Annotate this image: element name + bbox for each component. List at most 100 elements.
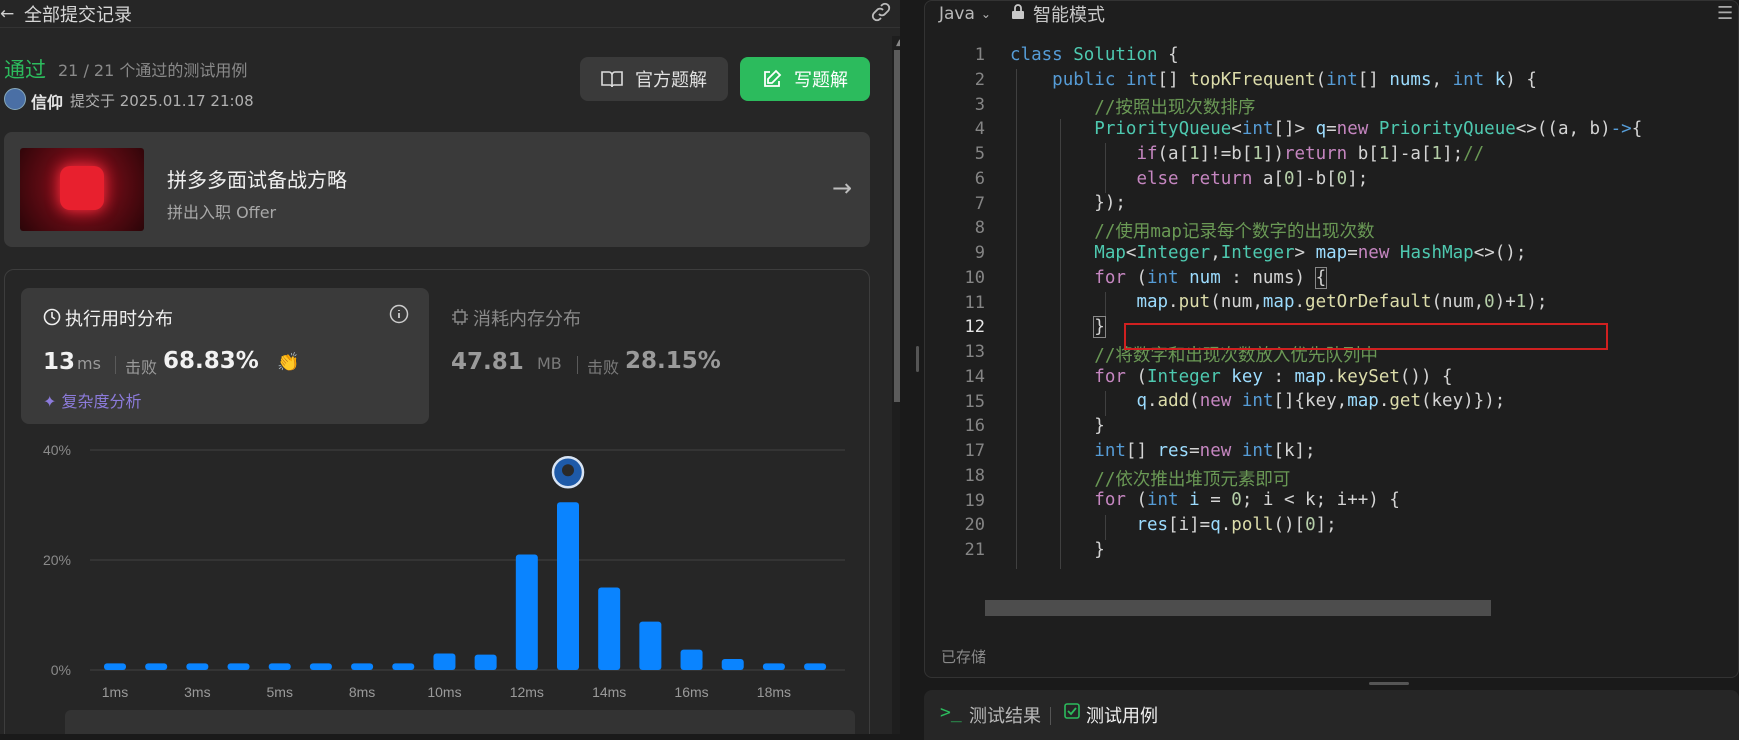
line-number: 1	[974, 45, 985, 65]
line-number: 15	[964, 391, 985, 412]
clap-icon: 👏	[277, 352, 300, 373]
code-line-12[interactable]: }	[1010, 316, 1106, 338]
submission-panel: ← 全部提交记录 通过 21 / 21 个通过的测试用例 信仰 提交于 2025…	[0, 0, 900, 734]
code-line-1[interactable]: class Solution {	[1010, 45, 1179, 65]
runtime-card[interactable]: 执行用时分布 13 ms 击败 68.83% 👏 ✦ 复杂度分析	[21, 288, 429, 424]
lock-icon	[1011, 3, 1025, 25]
memory-percent: 28.15%	[625, 348, 721, 374]
code-line-5[interactable]: if(a[1]!=b[1])return b[1]-a[1];//	[1010, 144, 1484, 164]
code-line-9[interactable]: Map<Integer,Integer> map=new HashMap<>()…	[1010, 243, 1526, 263]
line-number: 5	[974, 144, 985, 164]
submissions-header: ← 全部提交记录	[0, 0, 900, 28]
code-line-8[interactable]: //使用map记录每个数字的出现次数	[1010, 218, 1374, 243]
x-tick-label: 14ms	[592, 684, 626, 700]
scroll-up-icon[interactable]: ▲	[896, 38, 900, 48]
promo-image	[20, 148, 144, 231]
author-name[interactable]: 信仰	[31, 89, 63, 113]
official-solution-button[interactable]: 官方题解	[580, 57, 728, 101]
chart-range-slider[interactable]	[65, 710, 855, 734]
tab-test-cases[interactable]: 测试用例	[1086, 702, 1158, 728]
scrollbar-thumb[interactable]	[894, 50, 900, 402]
line-number: 19	[964, 490, 985, 511]
code-line-15[interactable]: q.add(new int[]{key,map.get(key)});	[1010, 391, 1505, 411]
code-line-18[interactable]: //依次推出堆顶元素即可	[1010, 466, 1290, 491]
smart-mode-label[interactable]: 智能模式	[1033, 1, 1105, 27]
bar-16ms	[721, 659, 744, 670]
vertical-resize-handle[interactable]	[1369, 682, 1409, 685]
code-line-20[interactable]: res[i]=q.poll()[0];	[1010, 515, 1336, 535]
editor-toolbar: Java ⌄ 智能模式 ☰	[925, 1, 1739, 27]
bar-17ms	[762, 663, 785, 670]
editor-horizontal-scrollbar[interactable]	[985, 600, 1491, 616]
bottom-tabs-panel: >_ 测试结果 测试用例	[924, 690, 1739, 740]
info-icon[interactable]	[389, 304, 409, 328]
memory-unit: MB	[537, 354, 562, 373]
line-number: 18	[964, 465, 985, 486]
bar-5ms	[268, 663, 291, 670]
bar-18ms	[804, 663, 827, 670]
code-line-3[interactable]: //按照出现次数排序	[1010, 94, 1255, 119]
x-tick-label: 3ms	[184, 684, 210, 700]
code-line-7[interactable]: });	[1010, 193, 1126, 213]
memory-card[interactable]: 消耗内存分布 47.81 MB 击败 28.15%	[429, 288, 849, 424]
code-line-21[interactable]: }	[1010, 540, 1105, 560]
code-line-2[interactable]: public int[] topKFrequent(int[] nums, in…	[1010, 70, 1537, 90]
terminal-icon: >_	[940, 702, 962, 723]
bar-15ms	[680, 649, 703, 670]
code-line-17[interactable]: int[] res=new int[k];	[1010, 441, 1315, 461]
line-number: 16	[964, 416, 985, 437]
runtime-unit: ms	[77, 354, 101, 373]
line-number: 2	[974, 69, 985, 90]
arrow-right-icon: →	[832, 174, 853, 202]
bar-9ms	[433, 653, 456, 670]
bar-3ms	[186, 663, 209, 670]
memory-beat-label: 击败	[587, 358, 620, 377]
checkbox-icon	[1064, 703, 1080, 724]
x-tick-label: 18ms	[757, 684, 791, 700]
tab-test-results[interactable]: 测试结果	[969, 702, 1041, 728]
back-arrow-icon[interactable]: ←	[0, 4, 14, 24]
runtime-value: 13	[43, 349, 76, 375]
menu-icon[interactable]: ☰	[1717, 3, 1733, 24]
y-tick-label: 20%	[43, 552, 71, 568]
link-icon[interactable]	[870, 2, 892, 26]
status-accepted: 通过	[4, 58, 46, 82]
promo-subtitle: 拼出入职 Offer	[167, 203, 277, 222]
language-select[interactable]: Java	[939, 4, 975, 24]
runtime-title: 执行用时分布	[65, 309, 173, 330]
test-count: 21 / 21 个通过的测试用例	[58, 61, 248, 80]
x-tick-label: 12ms	[510, 684, 544, 700]
x-tick-label: 8ms	[349, 684, 375, 700]
promo-banner[interactable]: 拼多多面试备战方略 拼出入职 Offer →	[4, 132, 870, 247]
runtime-beat-label: 击败	[125, 358, 158, 377]
memory-title: 消耗内存分布	[473, 309, 581, 330]
code-line-4[interactable]: PriorityQueue<int[]> q=new PriorityQueue…	[1010, 119, 1642, 139]
chevron-down-icon[interactable]: ⌄	[981, 7, 991, 21]
memory-value: 47.81	[451, 349, 524, 375]
divider	[1050, 707, 1051, 725]
line-number: 11	[964, 292, 985, 313]
bar-7ms	[351, 663, 374, 670]
complexity-analysis-link[interactable]: ✦ 复杂度分析	[43, 388, 142, 412]
line-number: 10	[964, 267, 985, 288]
code-line-14[interactable]: for (Integer key : map.keySet()) {	[1010, 367, 1452, 387]
code-line-19[interactable]: for (int i = 0; i < k; i++) {	[1010, 490, 1400, 510]
line-number: 7	[974, 193, 985, 214]
x-tick-label: 10ms	[427, 684, 461, 700]
book-icon	[601, 71, 623, 88]
edit-icon	[764, 69, 782, 87]
bar-12ms	[557, 502, 580, 670]
code-line-10[interactable]: for (int num : nums) {	[1010, 267, 1328, 289]
panel-resizer[interactable]	[912, 0, 924, 734]
line-number: 9	[974, 243, 985, 263]
runtime-distribution-chart: 0% 20% 40% 1ms 3ms 5ms 8ms 10ms 12ms 14ms 16ms 18ms	[43, 442, 845, 700]
runtime-percent: 68.83%	[163, 348, 259, 374]
all-submissions-title[interactable]: 全部提交记录	[24, 1, 132, 27]
avatar[interactable]	[4, 88, 26, 110]
write-solution-button[interactable]: 写题解	[740, 57, 870, 101]
code-line-16[interactable]: }	[1010, 416, 1105, 436]
code-line-6[interactable]: else return a[0]-b[0];	[1010, 169, 1368, 189]
y-tick-label: 0%	[51, 662, 71, 678]
left-scrollbar[interactable]: ▲	[892, 36, 900, 734]
code-line-11[interactable]: map.put(num,map.getOrDefault(num,0)+1);	[1010, 292, 1547, 312]
